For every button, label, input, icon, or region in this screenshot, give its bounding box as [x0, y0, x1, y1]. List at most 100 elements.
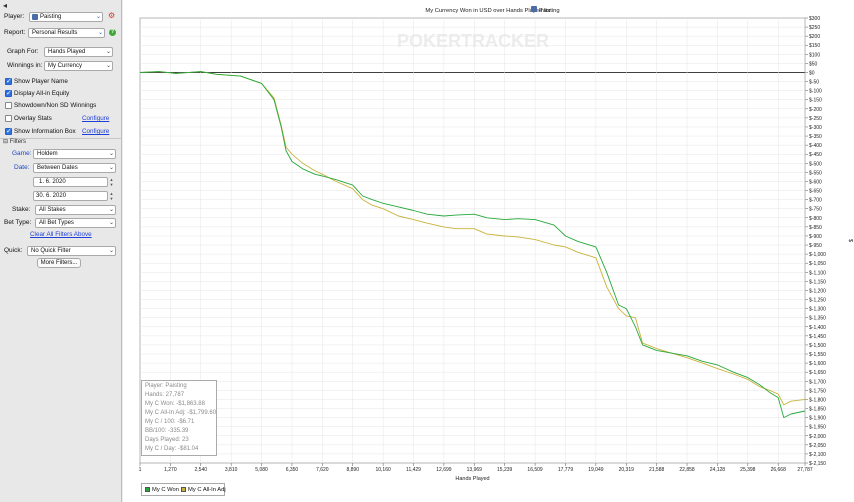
x-tick-label: 26,668 — [771, 467, 787, 473]
info-box-configure-link[interactable]: Configure — [82, 126, 109, 137]
collapse-sidebar-icon[interactable]: ◂ — [3, 1, 7, 10]
game-value: Holdem — [37, 151, 58, 157]
y-tick-label: $-300 — [809, 125, 822, 131]
more-filters-button[interactable]: More Filters... — [37, 258, 81, 268]
bet-type-label: Bet Type: — [4, 219, 32, 226]
chevron-down-icon: ⌄ — [108, 207, 114, 213]
player-select-value: Paisting — [40, 14, 62, 20]
y-tick-label: $-800 — [809, 216, 822, 222]
showdown-checkbox[interactable] — [5, 102, 12, 109]
y-tick-label: $-1,950 — [809, 425, 826, 431]
overlay-stats-checkbox[interactable] — [5, 115, 12, 122]
x-axis-label: Hands Played — [455, 476, 489, 482]
bet-type-value: All Bet Types — [39, 220, 74, 226]
player-avatar-icon — [32, 14, 38, 20]
x-tick-label: 16,509 — [527, 467, 543, 473]
x-tick-label: 15,239 — [497, 467, 513, 473]
quick-filter-select[interactable]: No Quick Filter ⌄ — [27, 246, 116, 256]
chevron-down-icon: ⌄ — [97, 30, 103, 36]
checkbox-row-overlay-stats[interactable]: Overlay Stats Configure — [0, 113, 122, 124]
date-select[interactable]: Between Dates ⌄ — [33, 163, 116, 173]
x-tick-label: 2,540 — [195, 467, 208, 473]
y-tick-label: $-250 — [809, 116, 822, 122]
player-select[interactable]: Paisting ⌄ — [29, 12, 103, 22]
y-tick-label: $-950 — [809, 243, 822, 249]
chart-title-player: Paisting — [539, 8, 560, 14]
stat-allin-adj: My C All-In Adj: -$1,799.60 — [145, 410, 217, 416]
report-select[interactable]: Personal Results ⌄ — [28, 28, 105, 38]
date-to-value: 30. 6. 2020 — [36, 193, 67, 199]
date-to-stepper[interactable]: ▲ ▼ — [109, 191, 114, 201]
y-tick-label: $-550 — [809, 170, 822, 176]
x-tick-label: 6,350 — [286, 467, 299, 473]
game-label: Game: — [12, 150, 32, 157]
y-tick-label: $-50 — [809, 80, 819, 86]
y-tick-label: $-2,000 — [809, 434, 826, 440]
checkbox-row-show-player-name[interactable]: Show Player Name — [0, 76, 122, 87]
x-tick-label: 12,699 — [436, 467, 452, 473]
game-select[interactable]: Holdem ⌄ — [33, 149, 116, 159]
chevron-down-icon: ⌄ — [108, 165, 114, 171]
y-tick-label: $-1,250 — [809, 298, 826, 304]
chart-legend: My C Won My C All-In Adj — [141, 483, 226, 496]
info-box-checkbox[interactable] — [5, 127, 12, 136]
x-tick-label: 17,779 — [558, 467, 574, 473]
x-tick-label: 10,160 — [375, 467, 391, 473]
chevron-down-icon: ⌄ — [108, 220, 114, 226]
display-allin-equity-checkbox[interactable] — [5, 89, 12, 98]
graph-for-value: Hands Played — [48, 49, 86, 55]
x-tick-label: 8,890 — [346, 467, 359, 473]
stat-per-100: My C / 100: -$6.71 — [145, 419, 195, 425]
player-settings-icon[interactable]: ⚙ — [108, 12, 116, 20]
y-tick-label: $-1,900 — [809, 416, 826, 422]
y-tick-label: $-1,100 — [809, 270, 826, 276]
help-icon[interactable]: ? — [109, 29, 116, 36]
y-tick-label: $-1,700 — [809, 379, 826, 385]
stake-select[interactable]: All Stakes ⌄ — [35, 205, 116, 215]
date-from-field[interactable]: 1. 6. 2020 — [33, 177, 108, 187]
graph-for-select[interactable]: Hands Played ⌄ — [44, 47, 113, 57]
checkbox-row-showdown[interactable]: Showdown/Non SD Winnings — [0, 100, 122, 111]
checkbox-row-info-box[interactable]: Show Information Box Configure — [0, 126, 122, 137]
chevron-down-icon: ⌄ — [95, 14, 101, 20]
legend-swatch-won — [145, 487, 150, 492]
y-tick-label: $-900 — [809, 234, 822, 240]
legend-label-won: My C Won — [152, 487, 179, 493]
y-tick-label: $-650 — [809, 189, 822, 195]
y-tick-label: $-1,200 — [809, 288, 826, 294]
y-tick-label: $200 — [809, 34, 820, 40]
y-tick-label: $-1,450 — [809, 334, 826, 340]
stat-hands: Hands: 27,787 — [145, 392, 185, 398]
stat-per-day: My C / Day: -$81.04 — [145, 446, 199, 452]
date-from-stepper[interactable]: ▲ ▼ — [109, 177, 114, 187]
y-tick-label: $-1,500 — [809, 343, 826, 349]
checkbox-row-display-allin-equity[interactable]: Display All-in Equity — [0, 88, 122, 99]
y-tick-label: $-700 — [809, 198, 822, 204]
date-to-field[interactable]: 30. 6. 2020 — [33, 191, 108, 201]
y-tick-label: $-1,650 — [809, 370, 826, 376]
y-tick-label: $100 — [809, 52, 820, 58]
stake-value: All Stakes — [39, 207, 66, 213]
filters-header[interactable]: ⊟ Filters — [3, 138, 26, 147]
winnings-in-select[interactable]: My Currency ⌄ — [44, 61, 113, 71]
y-tick-label: $-150 — [809, 98, 822, 104]
graph-for-label: Graph For: — [7, 48, 39, 55]
legend-label-allin: My C All-In Adj — [188, 487, 226, 493]
y-tick-label: $300 — [809, 16, 820, 22]
y-tick-label: $-1,550 — [809, 352, 826, 358]
bet-type-select[interactable]: All Bet Types ⌄ — [35, 218, 116, 228]
overlay-stats-configure-link[interactable]: Configure — [82, 113, 109, 124]
plot-frame — [139, 17, 806, 464]
y-tick-label: $-600 — [809, 179, 822, 185]
series-line-my-c-won — [139, 71, 806, 419]
clear-filters-link[interactable]: Clear All Filters Above — [30, 229, 92, 240]
series-line-my-c-all-in-adj — [139, 71, 806, 406]
x-tick-label: 1,270 — [164, 467, 177, 473]
show-player-name-checkbox[interactable] — [5, 77, 12, 86]
winnings-in-label: Winnings in: — [7, 62, 43, 69]
y-tick-label: $-500 — [809, 161, 822, 167]
x-tick-label: 11,429 — [406, 467, 421, 473]
stat-won: My C Won: -$1,863.88 — [145, 401, 205, 407]
y-tick-label: $-1,150 — [809, 279, 826, 285]
x-tick-label: 7,620 — [316, 467, 329, 473]
